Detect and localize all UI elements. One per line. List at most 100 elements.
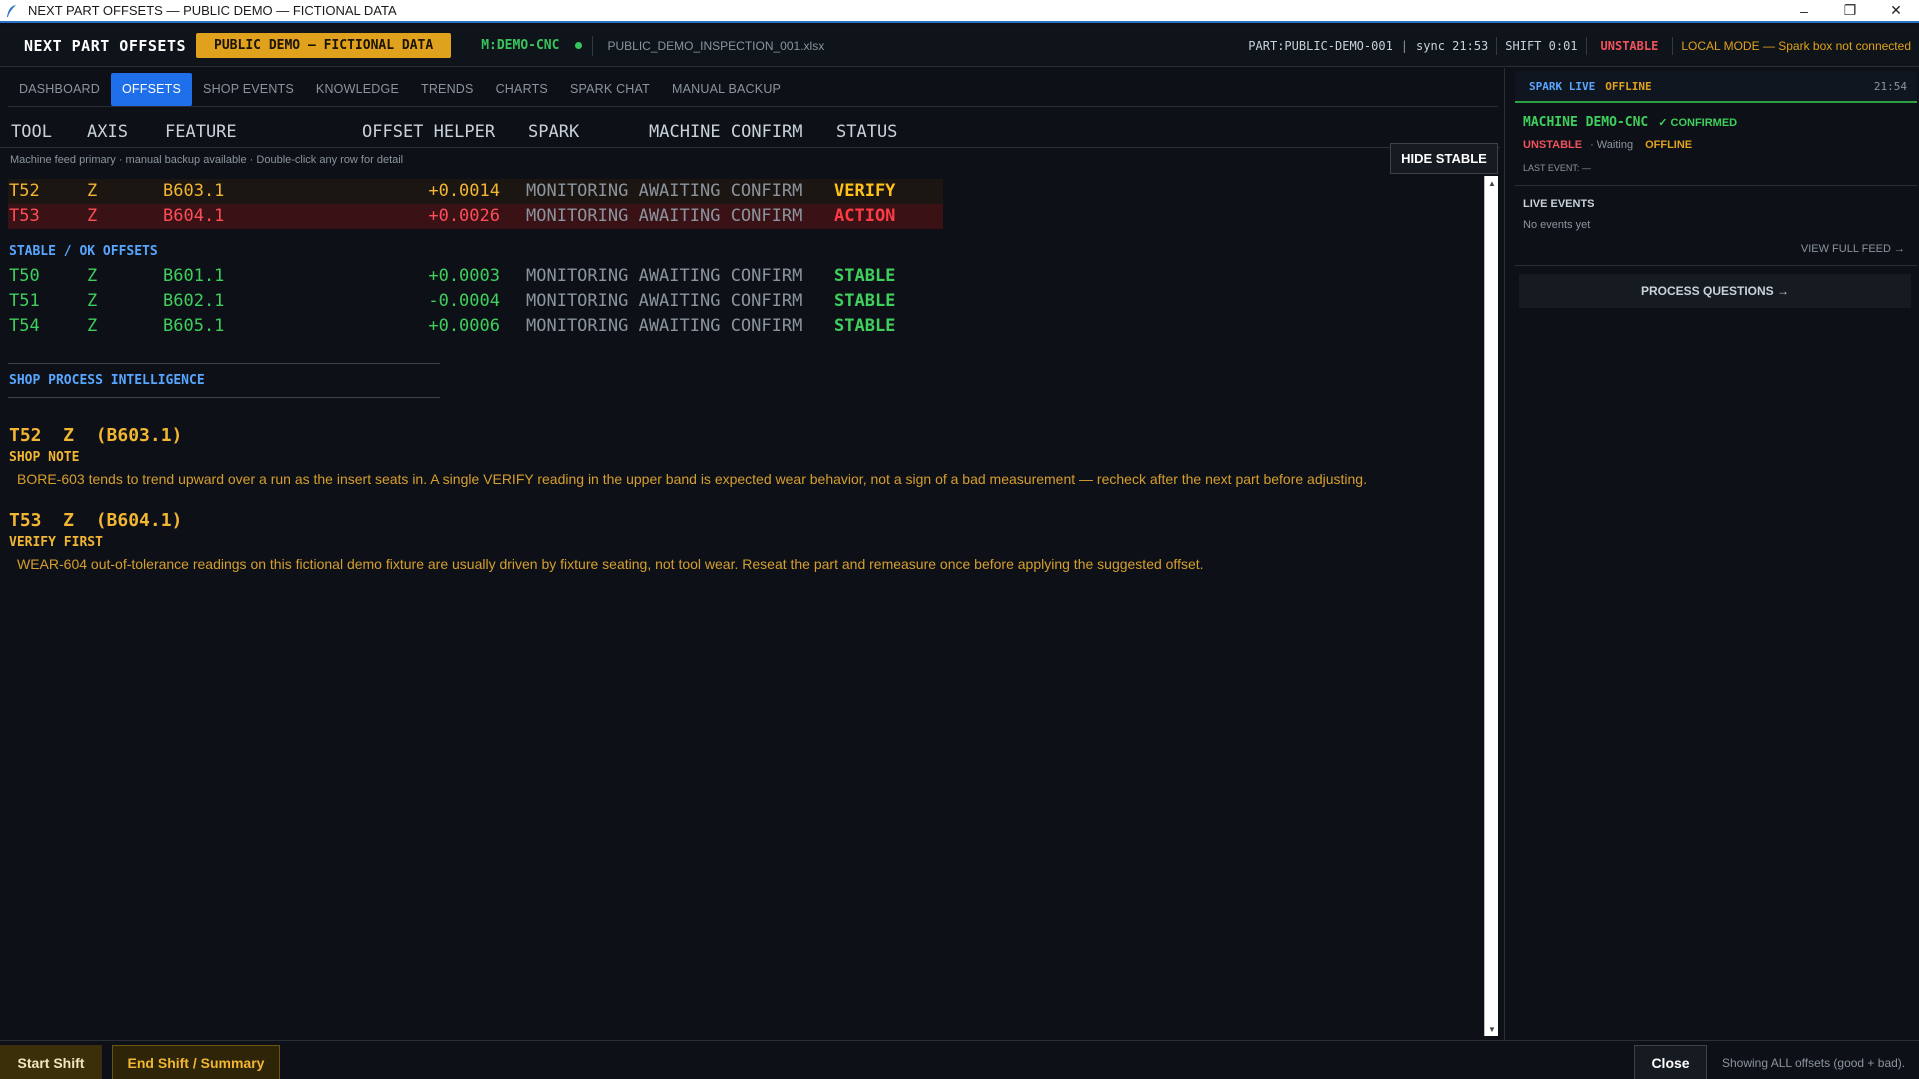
machine-id: M:DEMO-CNC — [481, 38, 560, 53]
row-tool: T54 — [9, 316, 40, 336]
row-spark-state: MONITORING AWAITING CONFIRM — [526, 266, 803, 286]
offset-row-stable[interactable]: T50 Z B601.1 +0.0003 MONITORING AWAITING… — [8, 264, 943, 289]
tab-charts[interactable]: CHARTS — [485, 73, 559, 106]
machine-status-line: UNSTABLE · Waiting OFFLINE — [1523, 139, 1692, 151]
close-icon[interactable]: ✕ — [1873, 0, 1919, 21]
offsets-scrollbar[interactable]: ▲ ▼ — [1484, 176, 1498, 1036]
row-feature: B604.1 — [163, 206, 225, 226]
header-pipe: | — [1400, 39, 1409, 53]
app-header: NEXT PART OFFSETS PUBLIC DEMO — FICTIONA… — [0, 25, 1919, 67]
tab-shop-events[interactable]: SHOP EVENTS — [192, 73, 305, 106]
tab-manual-backup[interactable]: MANUAL BACKUP — [661, 73, 792, 106]
end-shift-button[interactable]: End Shift / Summary — [112, 1045, 280, 1079]
minimize-icon[interactable]: – — [1781, 0, 1827, 21]
tab-spark-chat[interactable]: SPARK CHAT — [559, 73, 661, 106]
spark-live-panel: SPARK LIVE OFFLINE 21:54 MACHINE DEMO-CN… — [1504, 68, 1919, 1040]
row-tool: T52 — [9, 181, 40, 201]
start-shift-button[interactable]: Start Shift — [0, 1045, 102, 1079]
offset-row-action[interactable]: T53 Z B604.1 +0.0026 MONITORING AWAITING… — [8, 204, 943, 229]
intelligence-section-label: SHOP PROCESS INTELLIGENCE — [9, 373, 205, 388]
row-spark-state: MONITORING AWAITING CONFIRM — [526, 206, 803, 226]
confirmed-badge: ✓ CONFIRMED — [1658, 117, 1738, 129]
row-status: VERIFY — [834, 181, 896, 201]
demo-badge: PUBLIC DEMO — FICTIONAL DATA — [196, 33, 452, 58]
nav-tabs: DASHBOARD OFFSETS SHOP EVENTS KNOWLEDGE … — [8, 72, 792, 106]
row-spark-state: MONITORING AWAITING CONFIRM — [526, 316, 803, 336]
machine-line: MACHINE DEMO-CNC ✓ CONFIRMED — [1523, 115, 1737, 130]
stable-section-label: STABLE / OK OFFSETS — [9, 244, 158, 259]
row-status: STABLE — [834, 316, 896, 336]
row-offset: -0.0004 — [428, 291, 500, 311]
note-subtitle: SHOP NOTE — [9, 450, 80, 465]
close-button[interactable]: Close — [1634, 1045, 1707, 1079]
row-axis: Z — [87, 291, 98, 311]
process-questions-button[interactable]: PROCESS QUESTIONS → — [1519, 274, 1911, 308]
app-name: NEXT PART OFFSETS — [24, 36, 187, 55]
offset-row-verify[interactable]: T52 Z B603.1 +0.0014 MONITORING AWAITING… — [8, 179, 943, 204]
note-title: T53 Z (B604.1) — [9, 510, 183, 531]
row-tool: T50 — [9, 266, 40, 286]
machine-status: UNSTABLE — [1523, 139, 1583, 151]
offline-text: OFFLINE — [1645, 139, 1693, 151]
col-status: STATUS — [836, 122, 898, 142]
row-feature: B602.1 — [163, 291, 225, 311]
tab-trends[interactable]: TRENDS — [410, 73, 485, 106]
hide-stable-button[interactable]: HIDE STABLE — [1390, 143, 1498, 174]
spark-live-label: SPARK LIVE — [1529, 79, 1596, 93]
row-offset: +0.0003 — [428, 266, 500, 286]
offset-row-stable[interactable]: T51 Z B602.1 -0.0004 MONITORING AWAITING… — [8, 289, 943, 314]
view-full-feed-link[interactable]: VIEW FULL FEED → — [1801, 243, 1905, 255]
app-feather-icon — [7, 4, 16, 17]
no-events-text: No events yet — [1523, 219, 1591, 231]
row-axis: Z — [87, 266, 98, 286]
offset-row-stable[interactable]: T54 Z B605.1 +0.0006 MONITORING AWAITING… — [8, 314, 943, 339]
feed-hint: Machine feed primary · manual backup ava… — [10, 154, 404, 166]
row-offset: +0.0006 — [428, 316, 500, 336]
footer-bar: Start Shift End Shift / Summary Close Sh… — [0, 1040, 1919, 1079]
part-id: PART:PUBLIC-DEMO-001 — [1248, 39, 1393, 53]
note-body: BORE-603 tends to trend upward over a ru… — [17, 471, 1367, 487]
row-feature: B603.1 — [163, 181, 225, 201]
row-spark-state: MONITORING AWAITING CONFIRM — [526, 291, 803, 311]
tab-knowledge[interactable]: KNOWLEDGE — [305, 73, 410, 106]
note-title: T52 Z (B603.1) — [9, 425, 183, 446]
col-spark: SPARK — [528, 122, 580, 142]
note-body: WEAR-604 out-of-tolerance readings on th… — [17, 556, 1204, 572]
scroll-down-icon[interactable]: ▼ — [1485, 1022, 1499, 1036]
header-divider — [592, 35, 594, 56]
restore-icon[interactable]: ❐ — [1827, 0, 1873, 21]
shift-timer: SHIFT 0:01 — [1505, 39, 1578, 53]
row-axis: Z — [87, 206, 98, 226]
col-axis: AXIS — [87, 122, 128, 142]
scroll-up-icon[interactable]: ▲ — [1485, 176, 1499, 190]
row-status: STABLE — [834, 291, 896, 311]
window-controls: – ❐ ✕ — [1781, 0, 1919, 21]
row-tool: T51 — [9, 291, 40, 311]
section-divider — [8, 363, 440, 364]
tab-offsets[interactable]: OFFSETS — [110, 72, 193, 106]
row-axis: Z — [87, 316, 98, 336]
process-status-badge: UNSTABLE — [1600, 39, 1659, 53]
panel-divider — [1515, 265, 1917, 266]
spark-header: SPARK LIVE OFFLINE 21:54 — [1515, 71, 1917, 103]
row-feature: B605.1 — [163, 316, 225, 336]
tab-dashboard[interactable]: DASHBOARD — [8, 73, 111, 106]
row-status: STABLE — [834, 266, 896, 286]
nav-divider — [8, 106, 1498, 107]
offsets-list: T52 Z B603.1 +0.0014 MONITORING AWAITING… — [0, 176, 1486, 1036]
offsets-column-header: TOOL AXIS FEATURE OFFSET HELPER SPARK MA… — [0, 114, 1500, 148]
inspection-file-name: PUBLIC_DEMO_INSPECTION_001.xlsx — [607, 38, 825, 53]
panel-divider — [1515, 185, 1917, 186]
row-offset: +0.0014 — [428, 181, 500, 201]
section-divider — [8, 397, 440, 398]
footer-status-text: Showing ALL offsets (good + bad). — [1722, 1056, 1906, 1070]
col-machine-confirm: MACHINE CONFIRM — [649, 122, 803, 142]
connection-mode: LOCAL MODE — Spark box not connected — [1681, 39, 1911, 53]
machine-online-dot-icon — [575, 42, 583, 49]
live-events-title: LIVE EVENTS — [1523, 198, 1595, 210]
col-feature: FEATURE — [165, 122, 237, 142]
scroll-thumb[interactable] — [1487, 192, 1497, 1018]
window-title: NEXT PART OFFSETS — PUBLIC DEMO — FICTIO… — [28, 3, 397, 18]
row-tool: T53 — [9, 206, 40, 226]
spark-time: 21:54 — [1873, 79, 1907, 93]
